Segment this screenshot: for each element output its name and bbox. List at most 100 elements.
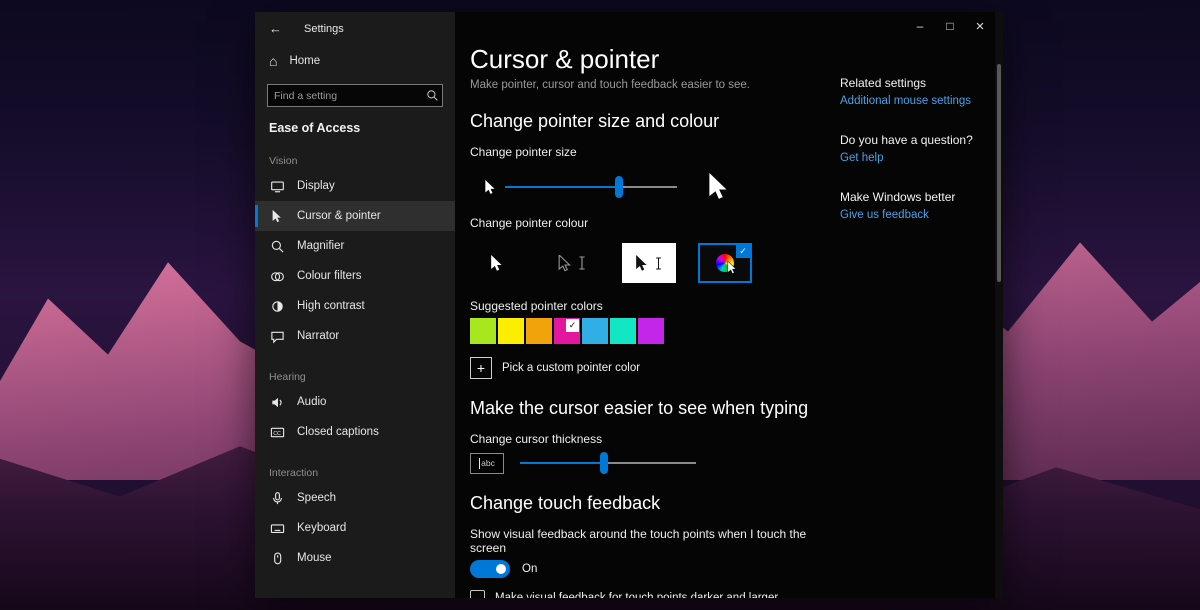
sidebar-item-home[interactable]: ⌂ Home <box>255 46 455 76</box>
sidebar-item-label: Audio <box>297 396 326 408</box>
sidebar-item-label: Magnifier <box>297 240 344 252</box>
color-swatch[interactable] <box>526 318 552 344</box>
display-icon <box>269 179 285 194</box>
cursor-preview-box: abc <box>470 453 504 474</box>
swatch-check-icon: ✓ <box>566 319 579 332</box>
sidebar-item-label: Home <box>289 55 320 67</box>
color-swatch[interactable] <box>610 318 636 344</box>
color-swatch[interactable] <box>498 318 524 344</box>
sidebar-item-cursor-pointer[interactable]: Cursor & pointer <box>255 201 455 231</box>
suggested-colors-label: Suggested pointer colors <box>470 299 842 313</box>
color-swatch[interactable] <box>582 318 608 344</box>
narrator-icon <box>269 329 285 344</box>
magnifier-icon <box>269 239 285 254</box>
give-feedback-link[interactable]: Give us feedback <box>840 209 990 221</box>
color-swatch[interactable] <box>638 318 664 344</box>
selected-indicator <box>255 205 258 227</box>
scrollbar[interactable] <box>995 12 1003 598</box>
small-cursor-icon <box>484 180 497 195</box>
pointer-style-white[interactable] <box>470 243 524 283</box>
cursor-thickness-slider-thumb[interactable] <box>600 452 608 474</box>
touch-toggle-row: On <box>470 560 842 578</box>
mouse-icon <box>269 551 285 566</box>
sidebar-item-display[interactable]: Display <box>255 171 455 201</box>
sidebar-item-mouse[interactable]: Mouse <box>255 543 455 573</box>
wheel-cursor-icon <box>727 261 738 275</box>
custom-color-button[interactable]: + Pick a custom pointer color <box>470 352 842 384</box>
page-section-title: Ease of Access <box>255 107 455 135</box>
colour-filters-icon <box>269 269 285 284</box>
sidebar-item-speech[interactable]: Speech <box>255 483 455 513</box>
speech-icon <box>269 491 285 506</box>
pointer-size-slider-thumb[interactable] <box>615 176 623 198</box>
related-settings-column: Related settings Additional mouse settin… <box>840 76 990 247</box>
sidebar-item-label: Keyboard <box>297 522 346 534</box>
sidebar-item-closed-captions[interactable]: CC Closed captions <box>255 417 455 447</box>
page-title: Cursor & pointer <box>470 44 842 75</box>
sidebar-item-keyboard[interactable]: Keyboard <box>255 513 455 543</box>
sidebar-item-label: High contrast <box>297 300 365 312</box>
home-icon: ⌂ <box>269 54 277 68</box>
pointer-style-custom-colour[interactable]: ✓ <box>698 243 752 283</box>
svg-text:CC: CC <box>273 430 281 436</box>
cursor-thickness-row: abc <box>470 451 842 475</box>
sidebar-item-label: Colour filters <box>297 270 362 282</box>
pointer-size-slider[interactable] <box>505 186 677 188</box>
pointer-size-row <box>470 172 842 202</box>
pointer-style-black[interactable] <box>546 243 600 283</box>
selected-check-icon: ✓ <box>736 245 750 258</box>
main-content: – □ × Cursor & pointer Make pointer, cur… <box>455 12 1003 598</box>
search-box[interactable] <box>267 84 443 107</box>
page-subtitle: Make pointer, cursor and touch feedback … <box>470 79 842 91</box>
cursor-thickness-label: Change cursor thickness <box>470 432 842 446</box>
suggested-color-swatches: ✓ <box>470 318 842 344</box>
scrollbar-thumb[interactable] <box>997 64 1001 282</box>
section-heading-pointer: Change pointer size and colour <box>470 111 842 132</box>
color-swatch[interactable] <box>470 318 496 344</box>
sidebar-item-magnifier[interactable]: Magnifier <box>255 231 455 261</box>
plus-icon: + <box>470 357 492 379</box>
additional-mouse-settings-link[interactable]: Additional mouse settings <box>840 95 990 107</box>
settings-window: ← Settings ⌂ Home Ease of Access Vision … <box>255 12 1003 598</box>
group-label-vision: Vision <box>255 135 455 171</box>
touch-checkbox-row: Make visual feedback for touch points da… <box>470 590 842 598</box>
sidebar-item-label: Mouse <box>297 552 332 564</box>
sidebar-item-label: Cursor & pointer <box>297 210 381 222</box>
sidebar-item-label: Speech <box>297 492 336 504</box>
section-heading-touch: Change touch feedback <box>470 493 842 514</box>
high-contrast-icon <box>269 299 285 314</box>
back-icon[interactable]: ← <box>269 21 282 36</box>
pointer-size-label: Change pointer size <box>470 145 842 159</box>
large-cursor-icon <box>707 173 731 201</box>
pointer-style-inverted[interactable] <box>622 243 676 283</box>
pointer-colour-label: Change pointer colour <box>470 216 842 230</box>
touch-feedback-toggle[interactable] <box>470 560 510 578</box>
text-caret-icon <box>479 458 480 469</box>
sidebar-item-colour-filters[interactable]: Colour filters <box>255 261 455 291</box>
custom-color-button-label: Pick a custom pointer color <box>502 362 640 374</box>
related-settings-heading: Related settings <box>840 76 990 90</box>
touch-toggle-label: Show visual feedback around the touch po… <box>470 527 842 555</box>
search-icon[interactable] <box>422 89 442 102</box>
sidebar-item-narrator[interactable]: Narrator <box>255 321 455 351</box>
get-help-link[interactable]: Get help <box>840 152 990 164</box>
color-swatch-selected[interactable]: ✓ <box>554 318 580 344</box>
group-label-interaction: Interaction <box>255 447 455 483</box>
cursor-preview-text: abc <box>481 458 495 468</box>
window-caption-buttons: – □ × <box>905 12 995 40</box>
sidebar: ← Settings ⌂ Home Ease of Access Vision … <box>255 12 455 598</box>
sidebar-item-audio[interactable]: Audio <box>255 387 455 417</box>
sidebar-item-label: Narrator <box>297 330 339 342</box>
minimize-button[interactable]: – <box>905 12 935 40</box>
search-input[interactable] <box>268 90 422 102</box>
touch-feedback-checkbox[interactable] <box>470 590 485 598</box>
toggle-state-label: On <box>522 563 537 575</box>
maximize-button[interactable]: □ <box>935 12 965 40</box>
cursor-thickness-slider[interactable] <box>520 462 696 464</box>
sidebar-item-high-contrast[interactable]: High contrast <box>255 291 455 321</box>
cursor-icon <box>269 209 285 223</box>
feedback-heading: Make Windows better <box>840 190 990 204</box>
pointer-size-slider-fill <box>505 186 619 188</box>
close-button[interactable]: × <box>965 12 995 40</box>
section-heading-cursor: Make the cursor easier to see when typin… <box>470 398 842 419</box>
